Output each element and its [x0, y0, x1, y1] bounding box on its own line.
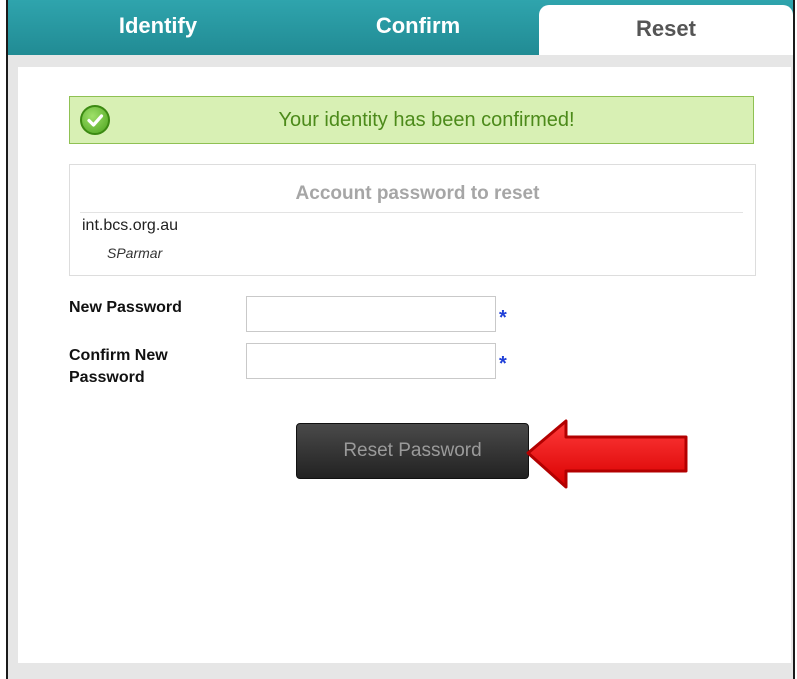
account-box: Account password to reset int.bcs.org.au…	[69, 164, 756, 276]
red-arrow-icon	[526, 419, 688, 489]
account-title: Account password to reset	[295, 183, 540, 204]
content-area: Your identity has been confirmed! Accoun…	[8, 55, 793, 679]
new-password-input[interactable]	[246, 296, 496, 332]
reset-password-button[interactable]: Reset Password	[296, 423, 529, 479]
tab-confirm[interactable]: Confirm	[328, 0, 508, 55]
account-username: SParmar	[107, 245, 163, 261]
new-password-label: New Password	[69, 299, 182, 316]
tab-bar: Identify Confirm Reset	[8, 0, 793, 67]
confirm-password-input[interactable]	[246, 343, 496, 379]
window-frame: Identify Confirm Reset Your identity has…	[6, 0, 795, 679]
account-divider	[80, 212, 743, 213]
success-banner: Your identity has been confirmed!	[69, 96, 754, 144]
tab-identify[interactable]: Identify	[73, 0, 243, 55]
confirm-password-label: Confirm New Password	[69, 347, 168, 386]
success-message: Your identity has been confirmed!	[278, 109, 575, 131]
required-marker: *	[499, 307, 507, 329]
account-domain: int.bcs.org.au	[82, 217, 179, 234]
reset-panel: Your identity has been confirmed! Accoun…	[18, 67, 791, 663]
required-marker: *	[499, 353, 507, 375]
